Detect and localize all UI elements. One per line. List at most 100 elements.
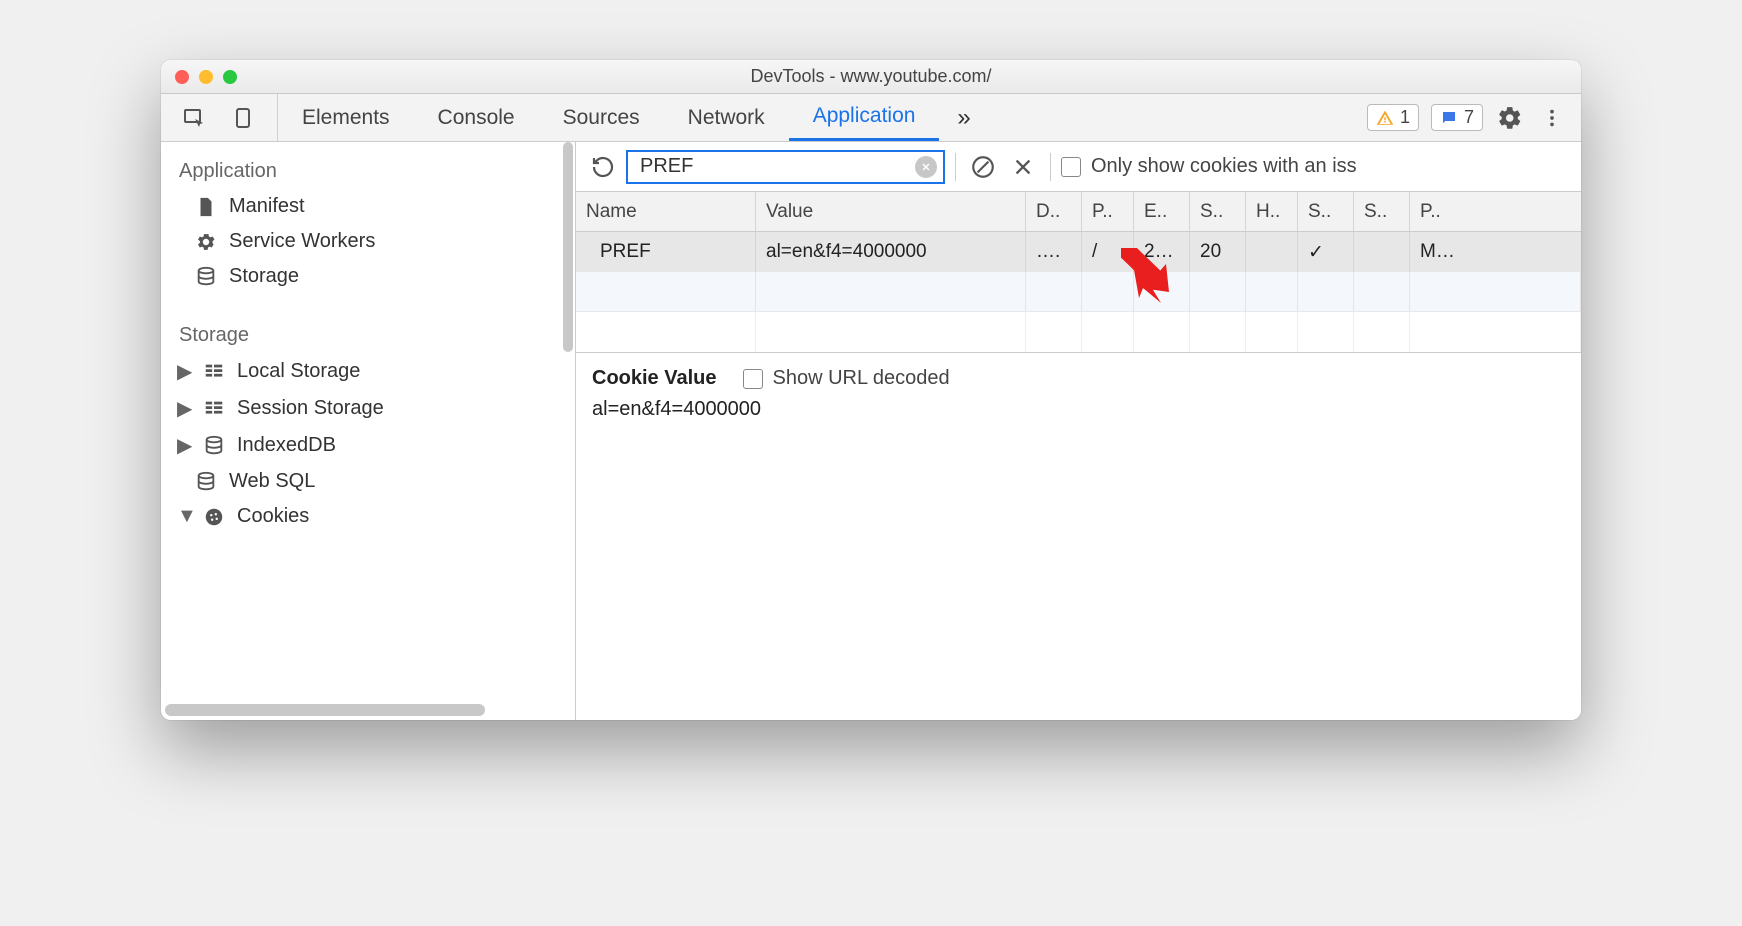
window-title: DevTools - www.youtube.com/ <box>161 66 1581 87</box>
panel-tabs: Elements Console Sources Network Applica… <box>278 94 939 141</box>
col-name[interactable]: Name <box>576 192 756 231</box>
sidebar-item-label: Cookies <box>237 505 309 528</box>
cookies-panel: Only show cookies with an iss Name Value… <box>576 142 1581 720</box>
sidebar-item-label: Manifest <box>229 195 305 218</box>
cell-expires: 2… <box>1134 232 1190 272</box>
devtools-window: DevTools - www.youtube.com/ Elements Con… <box>161 60 1581 720</box>
col-priority[interactable]: P.. <box>1410 192 1581 231</box>
show-url-decoded-checkbox[interactable]: Show URL decoded <box>743 367 950 390</box>
cell-name: PREF <box>576 232 756 272</box>
clear-filter-button[interactable] <box>915 156 937 178</box>
cookies-toolbar: Only show cookies with an iss <box>576 142 1581 192</box>
refresh-button[interactable] <box>586 150 620 184</box>
titlebar: DevTools - www.youtube.com/ <box>161 60 1581 94</box>
cell-domain: …. <box>1026 232 1082 272</box>
filter-input-wrapper <box>626 150 945 184</box>
caret-right-icon: ▶ <box>177 396 191 421</box>
settings-icon[interactable] <box>1495 103 1525 133</box>
cell-secure: ✓ <box>1298 232 1354 272</box>
file-icon <box>195 196 217 218</box>
sidebar-item-label: Local Storage <box>237 360 360 383</box>
caret-down-icon: ▼ <box>177 505 191 528</box>
col-expires[interactable]: E.. <box>1134 192 1190 231</box>
sidebar-item-manifest[interactable]: Manifest <box>161 189 575 224</box>
sidebar-item-indexeddb[interactable]: ▶ IndexedDB <box>161 427 575 464</box>
table-header: Name Value D.. P.. E.. S.. H.. S.. S.. P… <box>576 192 1581 232</box>
sidebar-item-label: Service Workers <box>229 230 375 253</box>
tab-console[interactable]: Console <box>414 94 539 141</box>
cookie-value-text: al=en&f4=4000000 <box>592 398 1565 421</box>
cell-httponly <box>1246 232 1298 272</box>
gear-icon <box>195 231 217 253</box>
sidebar-item-label: IndexedDB <box>237 434 336 457</box>
application-sidebar: Application Manifest Service Workers Sto… <box>161 142 576 720</box>
database-icon <box>203 435 225 457</box>
cookie-icon <box>203 506 225 528</box>
cell-samesite <box>1354 232 1410 272</box>
checkbox-box <box>1061 157 1081 177</box>
sidebar-section-storage: Storage <box>161 314 575 353</box>
sidebar-section-application: Application <box>161 150 575 189</box>
table-row-empty <box>576 312 1581 352</box>
sidebar-item-storage[interactable]: Storage <box>161 259 575 294</box>
main-tabstrip: Elements Console Sources Network Applica… <box>161 94 1581 142</box>
only-issue-checkbox[interactable]: Only show cookies with an iss <box>1061 155 1357 178</box>
grid-icon <box>203 361 225 383</box>
messages-count: 7 <box>1464 107 1474 128</box>
database-icon <box>195 471 217 493</box>
sidebar-item-label: Session Storage <box>237 397 384 420</box>
maximize-window-button[interactable] <box>223 70 237 84</box>
sidebar-item-session-storage[interactable]: ▶ Session Storage <box>161 390 575 427</box>
caret-right-icon: ▶ <box>177 359 191 384</box>
tab-elements[interactable]: Elements <box>278 94 414 141</box>
inspect-icon[interactable] <box>179 103 209 133</box>
tab-network[interactable]: Network <box>664 94 789 141</box>
checkbox-box <box>743 369 763 389</box>
cell-path: / <box>1082 232 1134 272</box>
sidebar-item-label: Web SQL <box>229 470 315 493</box>
cell-priority: M… <box>1410 232 1581 272</box>
col-path[interactable]: P.. <box>1082 192 1134 231</box>
show-url-decoded-label: Show URL decoded <box>773 367 950 390</box>
sidebar-item-cookies[interactable]: ▼ Cookies <box>161 499 575 534</box>
cookie-value-heading: Cookie Value <box>592 367 717 390</box>
col-httponly[interactable]: H.. <box>1246 192 1298 231</box>
only-issue-label: Only show cookies with an iss <box>1091 155 1357 178</box>
warnings-badge[interactable]: 1 <box>1367 104 1419 131</box>
database-icon <box>195 266 217 288</box>
messages-badge[interactable]: 7 <box>1431 104 1483 131</box>
close-window-button[interactable] <box>175 70 189 84</box>
col-samesite[interactable]: S.. <box>1354 192 1410 231</box>
col-secure[interactable]: S.. <box>1298 192 1354 231</box>
table-row-empty <box>576 272 1581 312</box>
divider <box>1050 153 1051 181</box>
cookie-detail: Cookie Value Show URL decoded al=en&f4=4… <box>576 353 1581 720</box>
cookies-table: Name Value D.. P.. E.. S.. H.. S.. S.. P… <box>576 192 1581 353</box>
col-size[interactable]: S.. <box>1190 192 1246 231</box>
device-toggle-icon[interactable] <box>229 103 259 133</box>
tab-application[interactable]: Application <box>789 94 940 141</box>
cell-size: 20 <box>1190 232 1246 272</box>
grid-icon <box>203 398 225 420</box>
col-domain[interactable]: D.. <box>1026 192 1082 231</box>
sidebar-item-websql[interactable]: Web SQL <box>161 464 575 499</box>
caret-right-icon: ▶ <box>177 433 191 458</box>
sidebar-item-label: Storage <box>229 265 299 288</box>
cell-value: al=en&f4=4000000 <box>756 232 1026 272</box>
sidebar-hscrollbar[interactable] <box>165 704 485 716</box>
divider <box>955 153 956 181</box>
traffic-lights <box>161 70 237 84</box>
delete-selected-button[interactable] <box>1006 150 1040 184</box>
tab-sources[interactable]: Sources <box>539 94 664 141</box>
table-row[interactable]: PREF al=en&f4=4000000 …. / 2… 20 ✓ M… <box>576 232 1581 272</box>
clear-all-button[interactable] <box>966 150 1000 184</box>
col-value[interactable]: Value <box>756 192 1026 231</box>
sidebar-item-service-workers[interactable]: Service Workers <box>161 224 575 259</box>
filter-input[interactable] <box>638 154 907 179</box>
sidebar-item-local-storage[interactable]: ▶ Local Storage <box>161 353 575 390</box>
sidebar-scrollbar[interactable] <box>563 142 573 352</box>
more-tabs-button[interactable]: » <box>939 104 988 132</box>
warnings-count: 1 <box>1400 107 1410 128</box>
kebab-menu-icon[interactable] <box>1537 103 1567 133</box>
minimize-window-button[interactable] <box>199 70 213 84</box>
